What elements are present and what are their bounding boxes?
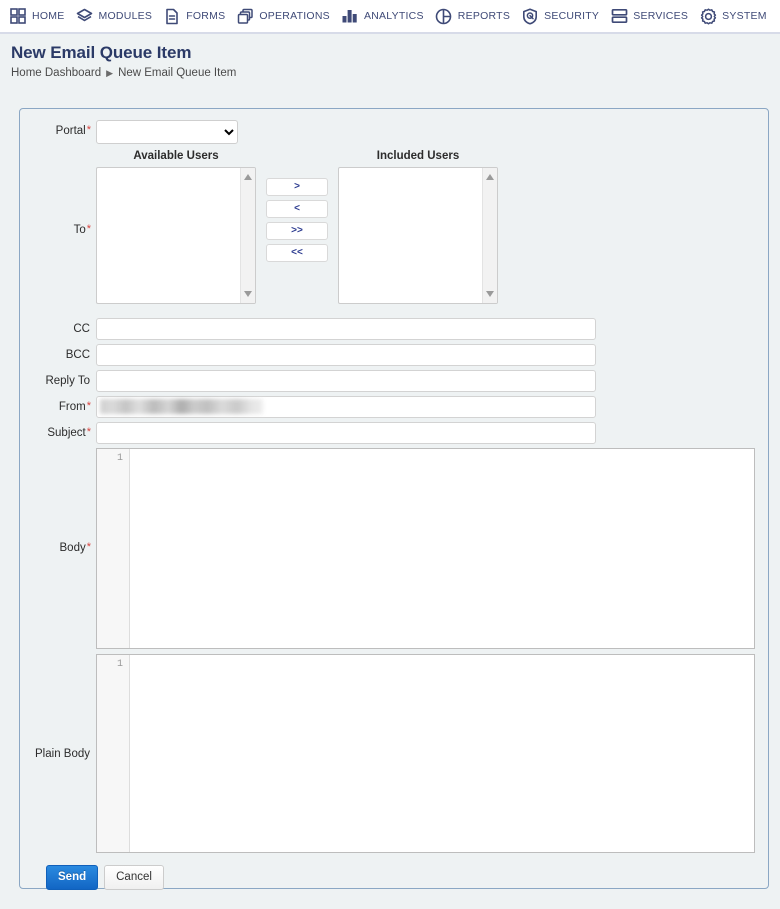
nav-item-reports[interactable]: REPORTS — [435, 0, 510, 32]
from-label: From* — [58, 400, 91, 413]
move-right-button[interactable]: > — [266, 178, 328, 196]
nav-label-analytics: ANALYTICS — [363, 10, 424, 22]
main-navbar: HOME MODULES FORMS OPERATIONS ANALYTICS … — [0, 0, 780, 34]
included-users-column: Included Users — [338, 150, 498, 304]
pie-chart-icon — [435, 7, 453, 25]
nav-item-analytics[interactable]: ANALYTICS — [341, 0, 424, 32]
reply-to-input[interactable] — [96, 370, 596, 392]
transfer-button-group: > < >> << — [266, 150, 328, 262]
body-editor-gutter: 1 — [97, 449, 130, 648]
scroll-up-arrow-icon[interactable] — [486, 174, 494, 180]
nav-label-system: SYSTEM — [722, 10, 767, 22]
form-row-portal: Portal* — [20, 120, 768, 144]
plain-body-label: Plain Body — [35, 748, 90, 760]
nav-item-forms[interactable]: FORMS — [163, 0, 225, 32]
available-users-scrollbar[interactable] — [240, 168, 255, 303]
portal-label: Portal* — [55, 124, 91, 137]
cancel-button[interactable]: Cancel — [104, 865, 164, 890]
form-row-cc: CC — [20, 318, 768, 340]
reply-to-label: Reply To — [45, 375, 90, 387]
included-users-scrollbar[interactable] — [482, 168, 497, 303]
available-users-column: Available Users — [96, 150, 256, 304]
bcc-label: BCC — [65, 349, 90, 361]
nav-label-home: HOME — [32, 10, 65, 22]
nav-label-security: SECURITY — [544, 10, 600, 22]
grid-icon — [9, 7, 27, 25]
subject-label: Subject* — [47, 426, 91, 439]
nav-label-reports: REPORTS — [457, 10, 511, 22]
page-title: New Email Queue Item — [11, 43, 192, 62]
server-icon — [610, 7, 628, 25]
portal-select[interactable] — [96, 120, 238, 144]
nav-item-operations[interactable]: OPERATIONS — [236, 0, 330, 32]
included-users-header: Included Users — [376, 150, 460, 162]
nav-label-services: SERVICES — [633, 10, 689, 22]
cc-input[interactable] — [96, 318, 596, 340]
scroll-up-arrow-icon[interactable] — [244, 174, 252, 180]
required-marker: * — [86, 541, 91, 553]
required-marker: * — [86, 400, 91, 412]
layers-icon — [76, 7, 94, 25]
bar-chart-icon — [341, 7, 359, 25]
form-row-bcc: BCC — [20, 344, 768, 366]
breadcrumb: Home Dashboard ▶ New Email Queue Item — [11, 65, 780, 82]
plain-body-editor-content[interactable] — [130, 655, 754, 852]
dual-listbox: Available Users > < >> << Included Users — [96, 150, 498, 304]
nav-label-modules: MODULES — [98, 10, 153, 22]
plain-body-editor-gutter: 1 — [97, 655, 130, 852]
from-input-wrapper — [96, 396, 596, 418]
subject-input[interactable] — [96, 422, 596, 444]
to-label: To* — [73, 223, 91, 236]
form-row-to: To* Available Users > < >> << Included U… — [20, 150, 768, 310]
send-button[interactable]: Send — [46, 865, 99, 890]
move-all-left-button[interactable]: << — [266, 244, 328, 262]
gear-icon — [699, 7, 717, 25]
form-row-subject: Subject* — [20, 422, 768, 444]
available-users-listbox[interactable] — [96, 167, 256, 304]
nav-item-modules[interactable]: MODULES — [76, 0, 153, 32]
form-row-body: Body* 1 — [20, 448, 768, 649]
form-row-plain-body: Plain Body 1 — [20, 654, 768, 854]
shield-icon — [521, 7, 539, 25]
nav-label-operations: OPERATIONS — [259, 10, 330, 22]
copy-stack-icon — [236, 7, 254, 25]
included-users-listbox[interactable] — [338, 167, 498, 304]
breadcrumb-current: New Email Queue Item — [118, 67, 237, 79]
bcc-input[interactable] — [96, 344, 596, 366]
document-icon — [163, 7, 181, 25]
move-all-right-button[interactable]: >> — [266, 222, 328, 240]
required-marker: * — [86, 223, 91, 235]
breadcrumb-home-link[interactable]: Home Dashboard — [11, 65, 101, 82]
nav-item-services[interactable]: SERVICES — [610, 0, 688, 32]
nav-label-forms: FORMS — [186, 10, 226, 22]
page-header: New Email Queue Item Home Dashboard ▶ Ne… — [0, 34, 780, 82]
form-row-from: From* — [20, 396, 768, 418]
scroll-down-arrow-icon[interactable] — [486, 291, 494, 297]
required-marker: * — [86, 124, 91, 136]
form-row-reply-to: Reply To — [20, 370, 768, 392]
form-action-bar: Send Cancel — [46, 865, 768, 890]
body-label: Body* — [59, 541, 92, 554]
redacted-value-overlay — [100, 399, 263, 414]
available-users-header: Available Users — [133, 150, 219, 162]
scroll-down-arrow-icon[interactable] — [244, 291, 252, 297]
cc-label: CC — [73, 323, 90, 335]
body-editor-content[interactable] — [130, 449, 754, 648]
breadcrumb-separator-icon: ▶ — [106, 68, 114, 78]
plain-body-editor[interactable]: 1 — [96, 654, 755, 853]
move-left-button[interactable]: < — [266, 200, 328, 218]
nav-item-home[interactable]: HOME — [9, 0, 65, 32]
body-editor[interactable]: 1 — [96, 448, 755, 649]
nav-item-system[interactable]: SYSTEM — [699, 0, 767, 32]
required-marker: * — [86, 426, 91, 438]
nav-item-security[interactable]: SECURITY — [521, 0, 599, 32]
email-form-panel: Portal* To* Available Users > < >> << In… — [19, 108, 769, 890]
